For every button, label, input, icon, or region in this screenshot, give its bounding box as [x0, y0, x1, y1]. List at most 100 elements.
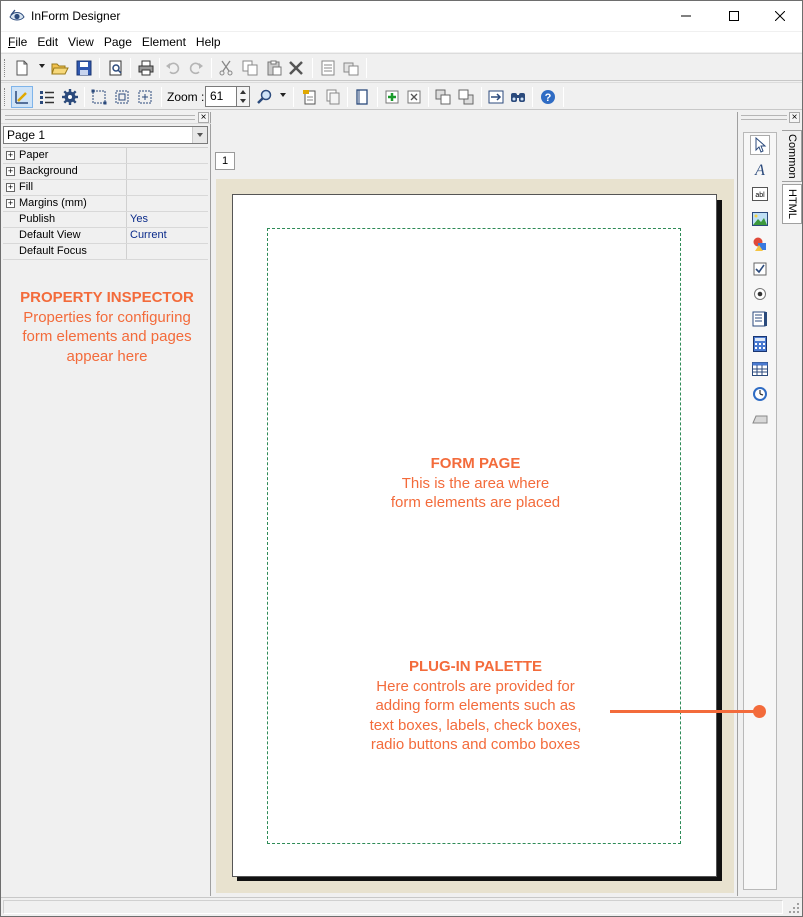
help-icon: ? [541, 90, 555, 104]
tab-html[interactable]: HTML [782, 184, 802, 224]
table-tool[interactable] [750, 359, 770, 379]
label-tool[interactable]: A [750, 159, 770, 179]
redo-button[interactable] [185, 57, 207, 79]
menu-page[interactable]: Page [99, 32, 137, 52]
properties-button[interactable] [317, 57, 339, 79]
zoom-spinner[interactable] [237, 86, 250, 107]
annotation-line: appear here [66, 347, 148, 365]
menu-element[interactable]: Element [137, 32, 191, 52]
help-button[interactable]: ? [537, 86, 559, 108]
clone-button[interactable] [340, 57, 362, 79]
close-button[interactable] [757, 1, 803, 31]
menu-edit[interactable]: Edit [32, 32, 63, 52]
chevron-down-icon[interactable] [192, 127, 207, 143]
window-title: InForm Designer [31, 9, 121, 23]
page-tab-1[interactable]: 1 [215, 152, 235, 170]
find-icon [511, 93, 525, 102]
minimize-button[interactable] [663, 1, 709, 31]
title-bar[interactable]: InForm Designer [1, 1, 802, 31]
align-frame-button[interactable] [111, 86, 133, 108]
remove-page-button[interactable] [403, 86, 425, 108]
copy-button[interactable] [239, 57, 261, 79]
select-frame-button[interactable] [88, 86, 110, 108]
toolbar-grip[interactable] [4, 59, 7, 77]
bring-front-button[interactable] [432, 86, 454, 108]
checkbox-tool[interactable] [750, 259, 770, 279]
zoom-input[interactable]: 61 [205, 86, 237, 107]
property-row-margins[interactable]: + Margins (mm) [3, 196, 208, 212]
pointer-tool[interactable] [750, 135, 770, 155]
property-row-fill[interactable]: + Fill [3, 180, 208, 196]
tab-common[interactable]: Common [782, 130, 802, 182]
property-row-paper[interactable]: + Paper [3, 148, 208, 164]
single-page-button[interactable] [351, 86, 373, 108]
print-button[interactable] [135, 57, 157, 79]
menu-file[interactable]: File [3, 32, 32, 52]
design-canvas[interactable]: 1 FORM PAGE This is the area where form … [212, 112, 737, 896]
page-copy-button[interactable] [322, 86, 344, 108]
page-selector[interactable]: Page 1 [3, 126, 208, 144]
calculator-tool[interactable] [750, 334, 770, 354]
text-box-tool[interactable]: abl [750, 184, 770, 204]
palette-close-icon[interactable]: × [789, 112, 800, 123]
svg-text:A: A [754, 162, 765, 177]
new-dropdown-arrow[interactable] [39, 64, 45, 68]
toolbar-separator [347, 87, 348, 107]
image-tool[interactable] [750, 209, 770, 229]
clone-icon [343, 62, 359, 76]
toolbar-grip[interactable] [4, 88, 7, 106]
add-page-button[interactable] [381, 86, 403, 108]
zoom-up-arrow-icon[interactable] [240, 90, 246, 94]
form-page[interactable]: FORM PAGE This is the area where form el… [232, 194, 717, 877]
design-mode-button[interactable] [11, 86, 33, 108]
paste-button[interactable] [263, 57, 285, 79]
property-row-background[interactable]: + Background [3, 164, 208, 180]
button-tool[interactable] [750, 409, 770, 429]
open-button[interactable] [49, 57, 71, 79]
print-preview-button[interactable] [105, 57, 127, 79]
property-value[interactable]: Yes [130, 212, 148, 227]
property-value[interactable]: Current [130, 228, 167, 243]
standard-toolbar [1, 53, 802, 81]
property-row-default-view[interactable]: Default View Current [3, 228, 208, 244]
list-box-tool[interactable] [750, 309, 770, 329]
fit-frame-button[interactable] [134, 86, 156, 108]
minimize-icon [681, 15, 691, 17]
page-button[interactable] [299, 86, 321, 108]
panel-title-bar[interactable]: × [1, 112, 211, 124]
cut-button[interactable] [215, 57, 237, 79]
send-back-button[interactable] [455, 86, 477, 108]
toolbar-separator [377, 87, 378, 107]
property-row-publish[interactable]: Publish Yes [3, 212, 208, 228]
menu-help[interactable]: Help [191, 32, 226, 52]
palette-grip [741, 115, 787, 120]
resize-grip-icon[interactable] [788, 902, 800, 914]
delete-button[interactable] [285, 57, 307, 79]
palette-title-bar[interactable]: × [738, 112, 803, 124]
property-name: Background [3, 164, 127, 179]
zoom-down-arrow-icon[interactable] [240, 99, 246, 103]
menu-view[interactable]: View [63, 32, 99, 52]
property-row-default-focus[interactable]: Default Focus [3, 244, 208, 260]
save-button[interactable] [73, 57, 95, 79]
zoom-button[interactable] [253, 86, 275, 108]
maximize-button[interactable] [711, 1, 757, 31]
new-document-button[interactable] [11, 57, 33, 79]
undo-button[interactable] [162, 57, 184, 79]
panel-close-icon[interactable]: × [198, 112, 209, 123]
panel-grip [5, 115, 195, 120]
tab-order-button[interactable] [485, 86, 507, 108]
checkbox-icon [753, 262, 767, 276]
list-view-button[interactable] [36, 86, 58, 108]
list-icon [40, 91, 54, 104]
status-bar [1, 897, 802, 916]
radio-button-icon [754, 288, 766, 300]
zoom-dropdown-arrow[interactable] [280, 93, 286, 97]
shapes-tool[interactable] [750, 234, 770, 254]
toolbar-separator [211, 58, 212, 78]
print-preview-icon [109, 60, 122, 76]
clock-tool[interactable] [750, 384, 770, 404]
radio-button-tool[interactable] [750, 284, 770, 304]
find-button[interactable] [507, 86, 529, 108]
settings-button[interactable] [59, 86, 81, 108]
